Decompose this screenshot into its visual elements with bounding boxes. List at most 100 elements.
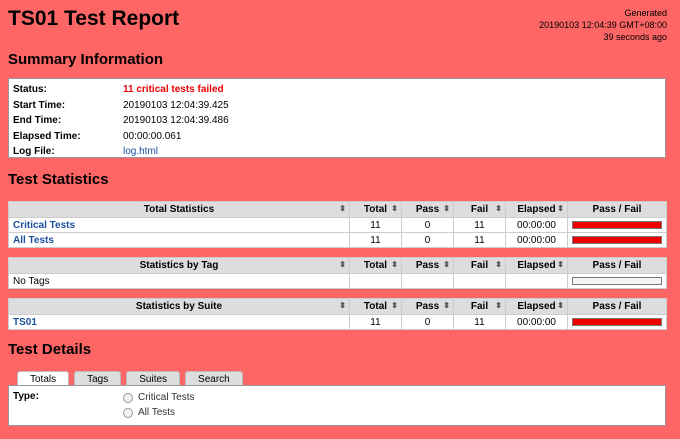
total-statistics-table: Total Statistics ⬍ Total ⬍ Pass ⬍ Fail ⬍ Ela… bbox=[8, 201, 667, 248]
sort-icon[interactable]: ⬍ bbox=[495, 301, 502, 310]
generated-label: Generated bbox=[624, 8, 667, 18]
suite-link[interactable]: TS01 bbox=[13, 317, 37, 328]
sort-icon[interactable]: ⬍ bbox=[339, 260, 346, 269]
pass-fail-bar bbox=[572, 318, 662, 326]
pass-cell: 0 bbox=[401, 232, 454, 248]
sort-icon[interactable]: ⬍ bbox=[443, 260, 450, 269]
table-row: Critical Tests 11 0 11 00:00:00 bbox=[8, 217, 667, 233]
table-header-row: Statistics by Suite ⬍ Total ⬍ Pass ⬍ Fail ⬍ … bbox=[8, 298, 667, 315]
all-tests-option[interactable]: All Tests bbox=[123, 407, 175, 418]
sort-icon[interactable]: ⬍ bbox=[557, 204, 564, 213]
pass-fail-bar bbox=[572, 236, 662, 244]
summary-label: End Time: bbox=[13, 115, 62, 127]
type-label: Type: bbox=[13, 391, 39, 402]
all-tests-link[interactable]: All Tests bbox=[13, 235, 54, 246]
details-heading: Test Details bbox=[8, 341, 92, 358]
sort-icon[interactable]: ⬍ bbox=[443, 301, 450, 310]
pass-fail-bar-cell bbox=[567, 232, 667, 248]
suite-statistics-table: Statistics by Suite ⬍ Total ⬍ Pass ⬍ Fail ⬍ … bbox=[8, 298, 667, 330]
sort-icon[interactable]: ⬍ bbox=[391, 260, 398, 269]
empty-cell bbox=[505, 273, 568, 289]
total-cell: 11 bbox=[349, 314, 402, 330]
pass-fail-bar bbox=[572, 221, 662, 229]
option-label: All Tests bbox=[138, 407, 176, 418]
sort-icon[interactable]: ⬍ bbox=[391, 301, 398, 310]
empty-cell bbox=[349, 273, 402, 289]
fail-column-header[interactable]: Fail ⬍ bbox=[453, 298, 506, 315]
elapsed-cell: 00:00:00 bbox=[505, 217, 568, 233]
pass-column-header[interactable]: Pass ⬍ bbox=[401, 201, 454, 218]
table-header-row: Statistics by Tag ⬍ Total ⬍ Pass ⬍ Fail ⬍ El… bbox=[8, 257, 667, 274]
tag-statistics-header[interactable]: Statistics by Tag ⬍ bbox=[8, 257, 350, 274]
elapsed-cell: 00:00:00 bbox=[505, 314, 568, 330]
summary-row-log: Log File: log.html bbox=[13, 144, 661, 160]
summary-row-start: Start Time: 20190103 12:04:39.425 bbox=[13, 98, 661, 114]
pass-fail-bar-cell bbox=[567, 273, 667, 289]
sort-icon[interactable]: ⬍ bbox=[339, 204, 346, 213]
pass-fail-bar-cell bbox=[567, 314, 667, 330]
radio-button[interactable] bbox=[123, 392, 133, 403]
pass-fail-column-header: Pass / Fail bbox=[567, 298, 667, 315]
pass-fail-column-header: Pass / Fail bbox=[567, 257, 667, 274]
stat-name-cell: All Tests bbox=[8, 232, 350, 248]
elapsed-column-header[interactable]: Elapsed ⬍ bbox=[505, 298, 568, 315]
empty-cell bbox=[401, 273, 454, 289]
details-panel: Type: Critical Tests All Tests bbox=[8, 385, 666, 426]
sort-icon[interactable]: ⬍ bbox=[495, 260, 502, 269]
total-cell: 11 bbox=[349, 232, 402, 248]
summary-heading: Summary Information bbox=[8, 51, 164, 68]
statistics-heading: Test Statistics bbox=[8, 171, 109, 188]
fail-cell: 11 bbox=[453, 217, 506, 233]
table-row: TS01 11 0 11 00:00:00 bbox=[8, 314, 667, 330]
table-row: No Tags bbox=[8, 273, 667, 289]
report-header: TS01 Test Report bbox=[8, 6, 179, 32]
summary-label: Elapsed Time: bbox=[13, 130, 81, 142]
elapsed-value: 00:00:00.061 bbox=[123, 130, 182, 142]
sort-icon[interactable]: ⬍ bbox=[443, 204, 450, 213]
option-label: Critical Tests bbox=[138, 392, 195, 403]
elapsed-cell: 00:00:00 bbox=[505, 232, 568, 248]
empty-bar bbox=[572, 277, 662, 285]
pass-column-header[interactable]: Pass ⬍ bbox=[401, 257, 454, 274]
total-statistics-header[interactable]: Total Statistics ⬍ bbox=[8, 201, 350, 218]
no-tags-cell: No Tags bbox=[8, 273, 350, 289]
page-title: TS01 Test Report bbox=[8, 7, 180, 30]
fail-column-header[interactable]: Fail ⬍ bbox=[453, 257, 506, 274]
suite-statistics-header[interactable]: Statistics by Suite ⬍ bbox=[8, 298, 350, 315]
summary-label: Status: bbox=[13, 84, 47, 96]
total-cell: 11 bbox=[349, 217, 402, 233]
fail-column-header[interactable]: Fail ⬍ bbox=[453, 201, 506, 218]
stat-name-cell: TS01 bbox=[8, 314, 350, 330]
critical-tests-link[interactable]: Critical Tests bbox=[13, 220, 75, 231]
log-file-link[interactable]: log.html bbox=[123, 146, 158, 157]
sort-icon[interactable]: ⬍ bbox=[557, 301, 564, 310]
stat-name-cell: Critical Tests bbox=[8, 217, 350, 233]
generated-ago: 39 seconds ago bbox=[603, 32, 667, 42]
summary-row-elapsed: Elapsed Time: 00:00:00.061 bbox=[13, 129, 661, 145]
pass-fail-bar-cell bbox=[567, 217, 667, 233]
radio-button[interactable] bbox=[123, 407, 133, 418]
generated-info: Generated 20190103 12:04:39 GMT+08:00 39… bbox=[539, 7, 667, 43]
summary-label: Log File: bbox=[13, 146, 55, 158]
summary-row-end: End Time: 20190103 12:04:39.486 bbox=[13, 113, 661, 129]
start-time-value: 20190103 12:04:39.425 bbox=[123, 99, 229, 111]
elapsed-column-header[interactable]: Elapsed ⬍ bbox=[505, 201, 568, 218]
critical-tests-option[interactable]: Critical Tests bbox=[123, 392, 195, 403]
fail-cell: 11 bbox=[453, 232, 506, 248]
pass-column-header[interactable]: Pass ⬍ bbox=[401, 298, 454, 315]
sort-icon[interactable]: ⬍ bbox=[339, 301, 346, 310]
table-header-row: Total Statistics ⬍ Total ⬍ Pass ⬍ Fail ⬍ Ela… bbox=[8, 201, 667, 218]
sort-icon[interactable]: ⬍ bbox=[495, 204, 502, 213]
pass-fail-column-header: Pass / Fail bbox=[567, 201, 667, 218]
fail-cell: 11 bbox=[453, 314, 506, 330]
pass-cell: 0 bbox=[401, 314, 454, 330]
total-column-header[interactable]: Total ⬍ bbox=[349, 257, 402, 274]
elapsed-column-header[interactable]: Elapsed ⬍ bbox=[505, 257, 568, 274]
sort-icon[interactable]: ⬍ bbox=[391, 204, 398, 213]
sort-icon[interactable]: ⬍ bbox=[557, 260, 564, 269]
table-row: All Tests 11 0 11 00:00:00 bbox=[8, 232, 667, 248]
total-column-header[interactable]: Total ⬍ bbox=[349, 298, 402, 315]
total-column-header[interactable]: Total ⬍ bbox=[349, 201, 402, 218]
pass-cell: 0 bbox=[401, 217, 454, 233]
summary-row-status: Status: 11 critical tests failed bbox=[13, 82, 661, 98]
